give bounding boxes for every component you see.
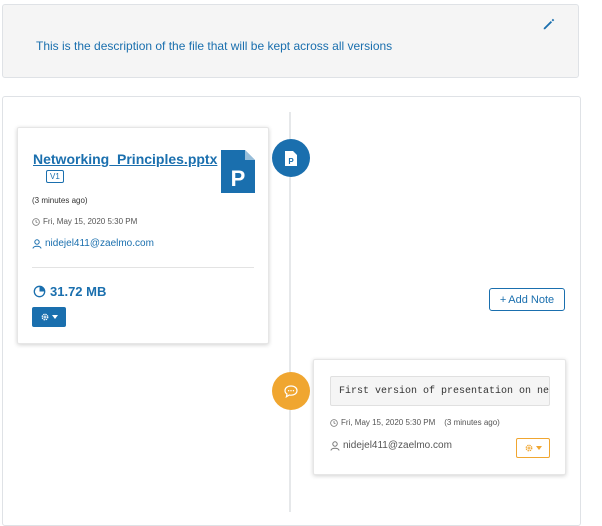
note-author: nidejel411@zaelmo.com [330, 440, 452, 451]
caret-down-icon [52, 315, 58, 319]
add-note-button[interactable]: + Add Note [489, 288, 565, 311]
gear-icon [525, 444, 533, 452]
comment-icon [284, 384, 298, 398]
user-icon [32, 238, 42, 249]
note-relative-time: (3 minutes ago) [444, 418, 500, 427]
plus-icon: + [499, 293, 507, 306]
card-divider [32, 267, 254, 268]
note-date-text: Fri, May 15, 2020 5:30 PM [341, 418, 436, 427]
add-note-label: Add Note [508, 293, 555, 306]
upload-date: Fri, May 15, 2020 5:30 PM [32, 217, 137, 226]
file-description-panel: This is the description of the file that… [2, 4, 579, 78]
note-settings-dropdown[interactable] [516, 438, 550, 458]
version-settings-dropdown[interactable] [32, 307, 66, 327]
note-text: First version of presentation on network… [330, 376, 550, 406]
note-author-email: nidejel411@zaelmo.com [343, 440, 452, 451]
clock-icon [32, 217, 40, 226]
svg-text:P: P [288, 157, 294, 166]
svg-text:P: P [231, 166, 246, 191]
file-version-card: Networking_Principles.pptx V1 P (3 minut… [17, 127, 269, 344]
powerpoint-file-icon: P [221, 150, 255, 193]
powerpoint-file-icon: P [285, 150, 297, 166]
relative-time: (3 minutes ago) [32, 196, 88, 205]
version-badge: V1 [46, 170, 64, 183]
timeline-file-marker: P [272, 139, 310, 177]
file-size-text: 31.72 MB [50, 284, 107, 299]
user-icon [330, 440, 340, 451]
file-name-link[interactable]: Networking_Principles.pptx [33, 151, 217, 167]
uploader-user[interactable]: nidejel411@zaelmo.com [32, 238, 154, 249]
pencil-icon[interactable] [542, 17, 556, 31]
file-size: 31.72 MB [33, 284, 106, 299]
gear-icon [41, 313, 49, 321]
pie-chart-icon [33, 285, 46, 298]
upload-date-text: Fri, May 15, 2020 5:30 PM [43, 217, 138, 226]
caret-down-icon [536, 446, 542, 450]
note-card: First version of presentation on network… [313, 359, 566, 475]
clock-icon [330, 418, 338, 427]
note-date: Fri, May 15, 2020 5:30 PM (3 minutes ago… [330, 418, 500, 427]
timeline-note-marker [272, 372, 310, 410]
file-description-text: This is the description of the file that… [36, 39, 393, 53]
uploader-email[interactable]: nidejel411@zaelmo.com [45, 238, 154, 249]
